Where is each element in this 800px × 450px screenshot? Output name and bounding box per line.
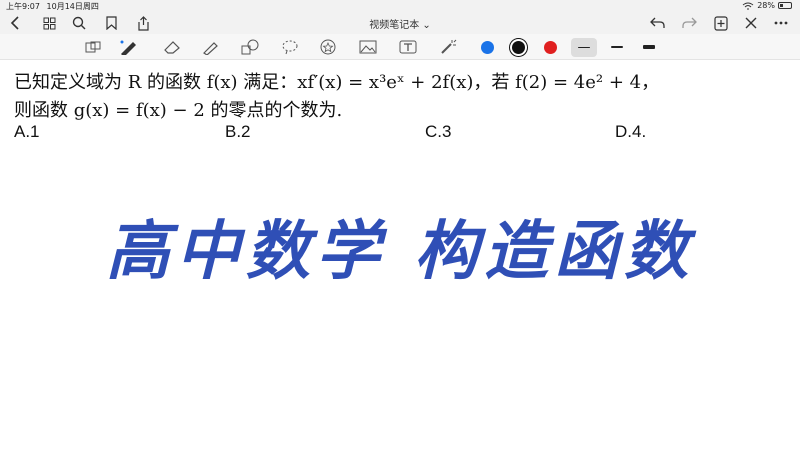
color-black-swatch-selected[interactable] [512, 41, 525, 54]
lasso-tool-icon[interactable] [280, 38, 300, 56]
document-title-label[interactable]: 视频笔记本 [369, 20, 419, 31]
status-time: 上午9:07 [6, 2, 40, 11]
laser-pointer-icon[interactable] [438, 38, 458, 56]
stroke-medium[interactable] [611, 46, 623, 48]
option-a: A.1 [14, 122, 40, 141]
close-icon[interactable] [742, 14, 760, 32]
more-options-icon[interactable] [772, 14, 790, 32]
handwritten-title: 高中数学 构造函数 [105, 214, 695, 289]
eraser-tool-icon[interactable] [162, 38, 182, 56]
shapes-tool-icon[interactable] [240, 38, 260, 56]
option-b: B.2 [225, 122, 251, 141]
battery-icon [778, 2, 792, 9]
share-icon[interactable] [134, 14, 152, 32]
top-bar: 上午9:07 10月14日周四 28% 视频笔记本 ⌄ [0, 0, 800, 34]
grid-view-icon[interactable] [40, 14, 58, 32]
add-page-icon[interactable] [712, 14, 730, 32]
search-icon[interactable] [70, 14, 88, 32]
stroke-thin[interactable] [578, 47, 590, 48]
pen-tool-icon[interactable] [118, 38, 138, 56]
highlighter-tool-icon[interactable] [200, 38, 220, 56]
question-line-2: 则函数 g(x) = f(x) − 2 的零点的个数为. [14, 100, 343, 121]
color-red-swatch[interactable] [544, 41, 557, 54]
bookmark-icon[interactable] [102, 14, 120, 32]
battery-percent: 28% [757, 1, 775, 10]
drawing-toolbar [0, 34, 800, 60]
page-view-icon[interactable] [83, 38, 103, 56]
status-bar: 上午9:07 10月14日周四 28% [0, 0, 800, 11]
title-chevron-down-icon[interactable]: ⌄ [422, 20, 430, 31]
nav-row: 视频笔记本 ⌄ [0, 11, 800, 34]
battery-indicator: 28% [742, 1, 792, 10]
back-chevron-icon[interactable] [6, 14, 24, 32]
undo-icon[interactable] [648, 14, 666, 32]
image-tool-icon[interactable] [358, 38, 378, 56]
stroke-thick[interactable] [643, 45, 655, 49]
status-date: 10月14日周四 [46, 2, 99, 11]
redo-icon[interactable] [680, 14, 698, 32]
color-blue-swatch[interactable] [481, 41, 494, 54]
text-tool-icon[interactable] [398, 38, 418, 56]
question-line-1: 已知定义域为 R 的函数 f(x) 满足：xf′(x) = x³eˣ + 2f(… [14, 72, 660, 93]
sticker-tool-icon[interactable] [318, 38, 338, 56]
note-canvas[interactable]: 已知定义域为 R 的函数 f(x) 满足：xf′(x) = x³eˣ + 2f(… [0, 60, 800, 450]
option-d: D.4. [615, 122, 647, 141]
option-c: C.3 [425, 122, 452, 141]
wifi-icon [742, 2, 754, 9]
